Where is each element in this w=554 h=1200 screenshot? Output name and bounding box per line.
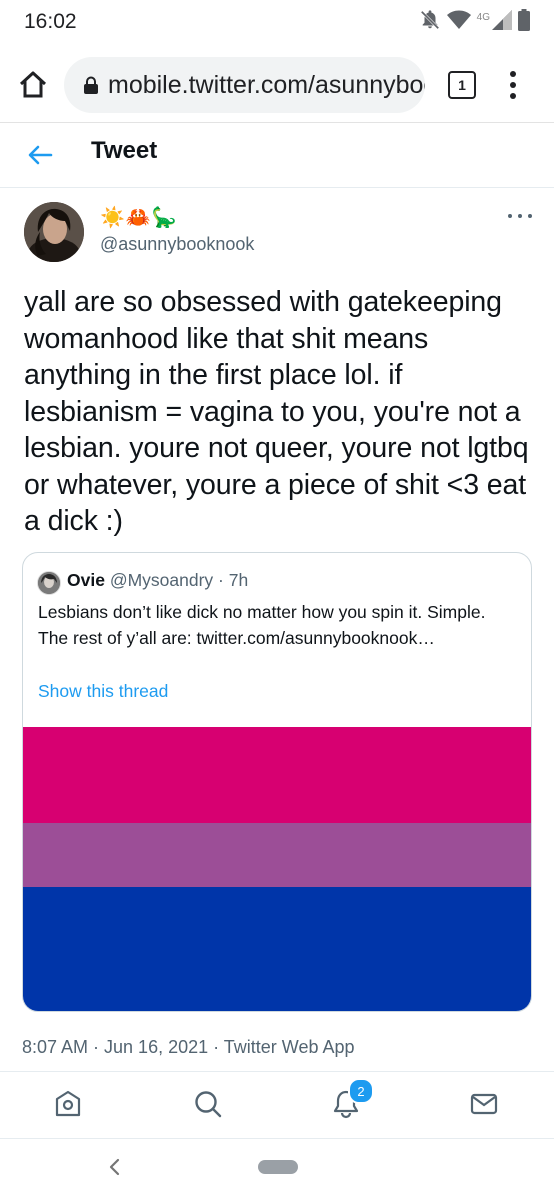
nav-messages-button[interactable] xyxy=(468,1088,500,1120)
flag-stripe-blue xyxy=(23,887,531,1011)
quoted-name: Ovie xyxy=(67,570,105,590)
tab-switcher-button[interactable]: 1 xyxy=(448,71,476,99)
avatar[interactable] xyxy=(24,202,84,262)
address-bar[interactable]: mobile.twitter.com/asunnybooknook xyxy=(64,57,425,113)
author-display-name[interactable]: ☀️🦀🦕 xyxy=(100,205,178,229)
flag-stripe-purple xyxy=(23,823,531,887)
nav-search-button[interactable] xyxy=(192,1088,224,1120)
quoted-image[interactable] xyxy=(23,727,531,1011)
back-button[interactable] xyxy=(24,139,56,171)
network-type-label: 4G xyxy=(476,11,490,23)
author-handle[interactable]: @asunnybooknook xyxy=(100,234,254,255)
arrow-left-icon xyxy=(28,145,53,165)
browser-home-button[interactable] xyxy=(14,66,52,104)
menu-dot xyxy=(510,93,516,99)
quoted-handle: @Mysoandry xyxy=(109,570,214,590)
show-thread-link[interactable]: Show this thread xyxy=(38,681,168,702)
bottom-navigation xyxy=(0,1071,554,1139)
profile-photo-icon xyxy=(24,202,84,262)
more-options-button[interactable] xyxy=(508,210,532,222)
wifi-icon xyxy=(446,10,471,35)
system-back-button[interactable] xyxy=(104,1155,124,1179)
notification-badge: 2 xyxy=(348,1078,374,1104)
messages-icon xyxy=(470,1093,498,1115)
quoted-avatar xyxy=(37,571,61,595)
quoted-separator: · xyxy=(213,570,229,590)
nav-home-button[interactable] xyxy=(52,1088,84,1120)
status-clock: 16:02 xyxy=(24,10,77,33)
url-text: mobile.twitter.com/asunnybooknook xyxy=(108,70,425,99)
more-dot xyxy=(528,214,532,218)
browser-menu-button[interactable] xyxy=(503,68,523,102)
status-bar: 16:02 4G xyxy=(0,0,554,44)
search-icon xyxy=(195,1091,222,1118)
tweet-timestamp[interactable]: 8:07 AM · Jun 16, 2021 · Twitter Web App xyxy=(22,1037,355,1058)
home-outline-icon xyxy=(19,71,47,98)
quoted-text: Lesbians don’t like dick no matter how y… xyxy=(38,602,486,648)
battery-icon xyxy=(518,8,530,36)
menu-dot xyxy=(510,82,516,88)
tweet-text: yall are so obsessed with gatekeeping wo… xyxy=(24,286,529,537)
quoted-time: 7h xyxy=(228,570,249,590)
more-dot xyxy=(508,214,512,218)
chevron-left-icon xyxy=(109,1158,120,1176)
menu-dot xyxy=(510,71,516,77)
browser-toolbar: mobile.twitter.com/asunnybooknook 1 xyxy=(0,44,554,123)
status-icons: 4G xyxy=(419,8,530,36)
system-home-pill[interactable] xyxy=(258,1160,298,1174)
page-title: Tweet xyxy=(91,137,158,164)
signal-icon xyxy=(492,9,512,35)
more-dot xyxy=(518,214,522,218)
home-icon xyxy=(55,1090,81,1117)
quoted-meta: Ovie @Mysoandry · 7h xyxy=(67,570,248,591)
page-header: Tweet xyxy=(0,123,554,188)
lock-icon xyxy=(84,76,98,94)
notifications-off-icon xyxy=(419,9,441,36)
flag-stripe-pink xyxy=(23,727,531,823)
quoted-tweet-card[interactable]: Ovie @Mysoandry · 7h Lesbians don’t like… xyxy=(22,552,532,1012)
tab-count: 1 xyxy=(458,77,466,93)
